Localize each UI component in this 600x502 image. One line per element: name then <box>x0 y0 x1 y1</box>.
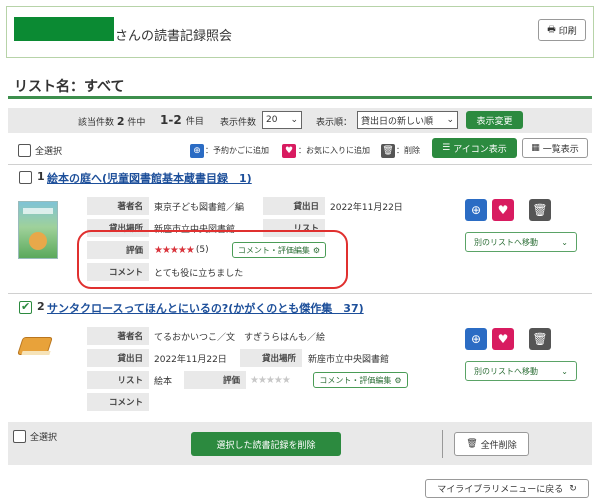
list-view-button[interactable]: ▦ 一覧表示 <box>522 138 588 158</box>
delete-record-icon[interactable]: 🗑 <box>529 199 551 221</box>
record-title-link[interactable]: 絵本の庭へ(児童図書館基本蔵書目録 1) <box>47 170 252 186</box>
loan-date-label: 貸出日 <box>263 197 325 215</box>
icon-view-button[interactable]: ☰ アイコン表示 <box>432 138 517 158</box>
cart-icon: ⊕ <box>190 144 204 158</box>
record-number: 1 <box>37 170 45 183</box>
trash-icon: 🗑 <box>381 144 395 158</box>
rating-stars: ★★★★★ <box>250 374 291 386</box>
comment-edit-button[interactable]: コメント・評価編集 ⚙ <box>313 372 408 388</box>
print-button[interactable]: 🖶 印刷 <box>538 19 586 41</box>
record-checkbox[interactable] <box>19 171 32 184</box>
delete-legend: ：削除 <box>396 146 420 155</box>
loan-date-label: 貸出日 <box>87 349 149 367</box>
add-favorite-icon[interactable]: ♥ <box>492 328 514 350</box>
select-all-checkbox[interactable] <box>18 144 31 157</box>
author-label: 著者名 <box>87 197 149 215</box>
record-checkbox[interactable] <box>19 300 32 314</box>
list-label: リスト <box>87 371 149 389</box>
divider <box>8 164 592 165</box>
add-to-cart-icon[interactable]: ⊕ <box>465 199 487 221</box>
add-to-cart-icon[interactable]: ⊕ <box>465 328 487 350</box>
loan-place-label: 貸出場所 <box>240 349 302 367</box>
rating-value: ★★★★★ <box>250 371 291 389</box>
page-header: さんの読書記録照会 🖶 印刷 <box>6 6 594 58</box>
chevron-double-down-icon: ⌄ <box>561 237 568 247</box>
list-icon: ☰ <box>442 143 451 153</box>
result-control-bar: 該当件数 2 件中 1-2 件目 表示件数 20 ⌄ 表示順： 貸出日の新しい順… <box>8 108 592 133</box>
highlight-oval <box>77 230 348 289</box>
trash-icon: 🗑 <box>466 439 478 449</box>
chevron-down-icon: ⌄ <box>446 115 454 125</box>
list-value: 絵本 <box>154 376 173 387</box>
chevron-down-icon: ⌄ <box>290 115 298 125</box>
per-page-select[interactable]: 20 ⌄ <box>262 111 302 129</box>
list-name-heading: リスト名：すべて <box>14 79 125 95</box>
select-all-checkbox-footer[interactable] <box>13 430 26 443</box>
author-value: てるおかいつこ／文 すぎうらはんも／絵 <box>154 332 326 343</box>
sort-select[interactable]: 貸出日の新しい順 ⌄ <box>357 111 458 129</box>
select-all-label-footer: 全選択 <box>30 433 58 443</box>
total-count: 該当件数 2 件中 <box>78 115 146 128</box>
cart-legend: ：予約かごに追加 <box>205 146 269 155</box>
record-title-link[interactable]: サンタクロースってほんとにいるの?(かがくのとも傑作集 37) <box>47 300 364 316</box>
loan-date-value: 2022年11月22日 <box>154 354 227 365</box>
heart-icon: ♥ <box>282 144 296 158</box>
loan-place-value: 新座市立中央図書館 <box>308 354 390 365</box>
delete-all-button[interactable]: 🗑 全件削除 <box>454 432 529 456</box>
footer-separator <box>442 430 443 458</box>
comment-label: コメント <box>87 393 149 411</box>
printer-icon: 🖶 <box>547 25 556 35</box>
select-all-label: 全選択 <box>35 147 63 157</box>
sort-label: 表示順： <box>316 118 353 128</box>
range-indicator: 1-2 件目 <box>160 113 204 127</box>
delete-selected-button[interactable]: 選択した読書記録を削除 <box>191 432 341 456</box>
book-placeholder-icon <box>17 333 53 359</box>
user-name-redaction <box>14 17 114 41</box>
action-bar: 全選択 ⊕ ：予約かごに追加 ♥ ：お気に入りに追加 🗑 ：削除 ☰ アイコン表… <box>8 136 592 162</box>
heading-underline <box>8 96 592 99</box>
move-list-button[interactable]: 別のリストへ移動 ⌄ <box>465 361 577 381</box>
add-favorite-icon[interactable]: ♥ <box>492 199 514 221</box>
favorite-legend: ：お気に入りに追加 <box>298 146 370 155</box>
gear-icon: ⚙ <box>394 375 402 385</box>
chevron-double-down-icon: ⌄ <box>561 366 568 376</box>
apply-display-button[interactable]: 表示変更 <box>466 111 523 129</box>
move-list-button[interactable]: 別のリストへ移動 ⌄ <box>465 232 577 252</box>
loan-date-value: 2022年11月22日 <box>330 202 403 213</box>
grid-icon: ▦ <box>531 143 540 153</box>
delete-record-icon[interactable]: 🗑 <box>529 328 551 350</box>
book-cover-image[interactable] <box>18 201 58 259</box>
footer-action-bar: 全選択 選択した読書記録を削除 🗑 全件削除 <box>8 422 592 465</box>
per-page-label: 表示件数 <box>220 118 257 128</box>
page-title: さんの読書記録照会 <box>115 29 233 44</box>
refresh-icon: ↻ <box>569 483 577 494</box>
rating-label: 評価 <box>184 371 246 389</box>
back-to-menu-button[interactable]: マイライブラリメニューに戻る ↻ <box>425 479 589 498</box>
author-label: 著者名 <box>87 327 149 345</box>
divider <box>8 293 592 294</box>
author-value: 東京子ども図書館／編 <box>154 202 245 213</box>
record-number: 2 <box>37 300 45 313</box>
